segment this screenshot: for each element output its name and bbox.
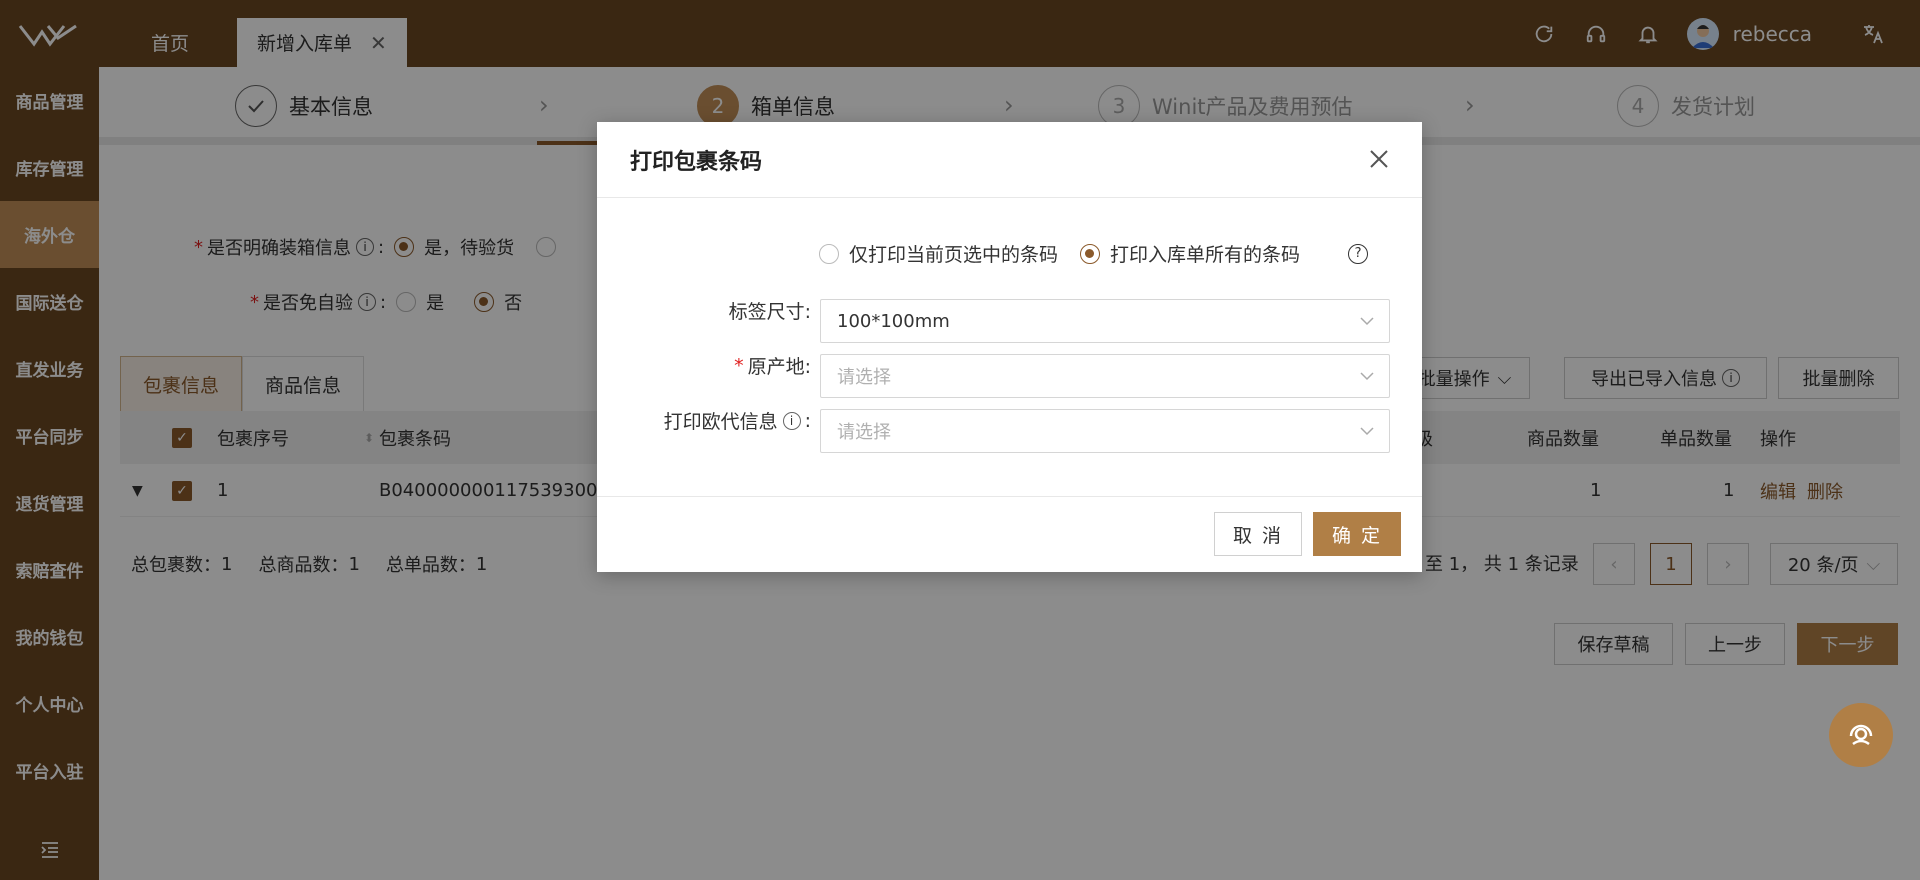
close-icon[interactable] <box>1366 146 1392 172</box>
dialog-header: 打印包裹条码 <box>597 122 1422 198</box>
radio-print-current[interactable] <box>819 243 839 264</box>
eu-rep-label-wrap: 打印欧代信息 i : <box>597 407 811 434</box>
colon: : <box>804 409 811 432</box>
radio-print-all[interactable] <box>1080 243 1101 264</box>
eu-rep-select[interactable]: 请选择 <box>820 409 1390 453</box>
chevron-down-icon <box>1360 427 1374 436</box>
origin-label: 原产地: <box>747 356 811 378</box>
dialog-title: 打印包裹条码 <box>630 149 763 175</box>
origin-label-wrap: * 原产地: <box>597 352 811 379</box>
eu-rep-placeholder: 请选择 <box>837 422 891 443</box>
eu-rep-label: 打印欧代信息 <box>663 411 778 433</box>
confirm-button[interactable]: 确 定 <box>1313 512 1401 556</box>
label-size-label: 标签尺寸: <box>728 301 811 323</box>
radio-label: 打印入库单所有的条码 <box>1110 244 1301 266</box>
chevron-down-icon <box>1360 372 1374 381</box>
print-scope-radios: 仅打印当前页选中的条码 打印入库单所有的条码 ? <box>819 240 1369 267</box>
radio-label: 仅打印当前页选中的条码 <box>849 244 1059 266</box>
label-size-select[interactable]: 100*100mm <box>820 299 1390 343</box>
customer-service-icon[interactable] <box>1829 703 1893 767</box>
origin-placeholder: 请选择 <box>837 367 891 388</box>
print-barcode-dialog: 打印包裹条码 仅打印当前页选中的条码 打印入库单所有的条码 ? 标签尺寸: 10… <box>597 122 1422 572</box>
label-size-value: 100*100mm <box>837 310 950 332</box>
info-icon[interactable]: i <box>782 411 801 430</box>
cancel-button[interactable]: 取 消 <box>1214 512 1302 556</box>
chevron-down-icon <box>1360 317 1374 326</box>
help-icon[interactable]: ? <box>1348 243 1369 264</box>
origin-select[interactable]: 请选择 <box>820 354 1390 398</box>
required-mark: * <box>734 354 744 377</box>
